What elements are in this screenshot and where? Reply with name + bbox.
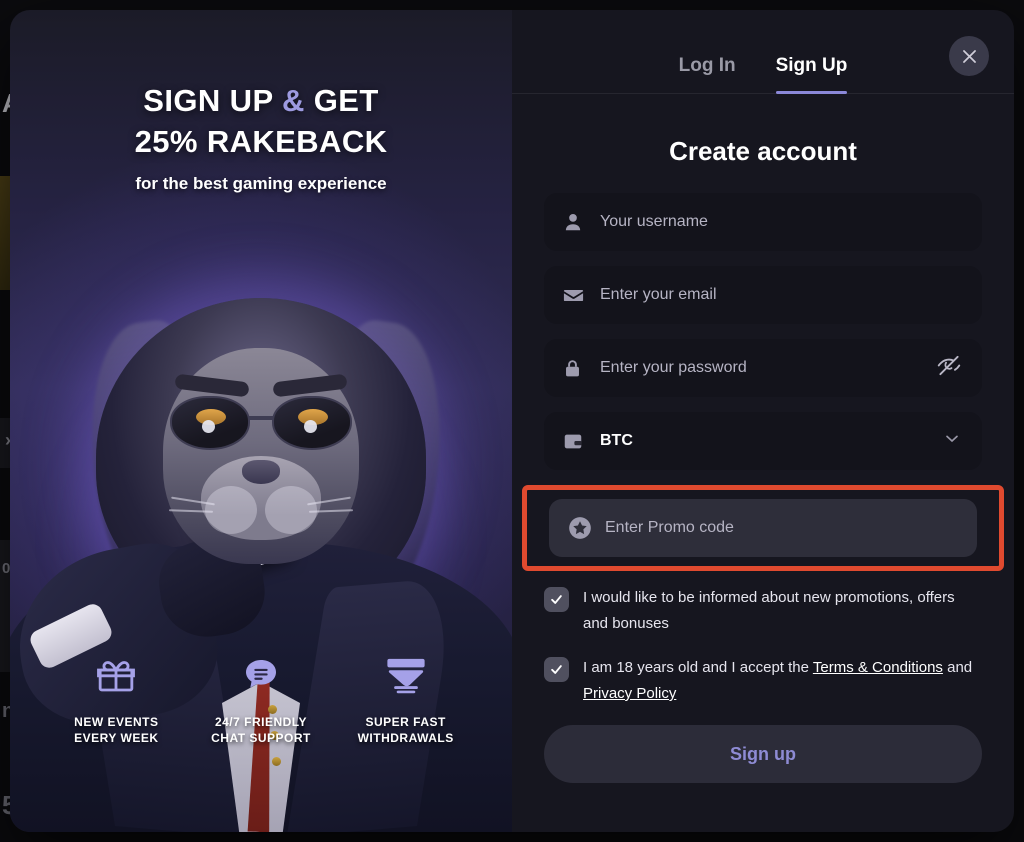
feature-new-events: NEW EVENTS EVERY WEEK [44, 652, 189, 746]
email-placeholder: Enter your email [600, 286, 717, 303]
muzzle-left [205, 486, 257, 534]
promo-heading-group: SIGN UP & GET 25% RAKEBACK for the best … [10, 10, 512, 194]
feature-label-line1: SUPER FAST [365, 715, 446, 729]
tab-sign-up[interactable]: Sign Up [775, 55, 847, 94]
username-input[interactable]: Your username [544, 193, 982, 251]
password-placeholder: Enter your password [600, 359, 747, 376]
terms-consent-label: I am 18 years old and I accept the Terms… [583, 655, 982, 707]
marketing-consent-row[interactable]: I would like to be informed about new pr… [544, 585, 982, 637]
pupil-left [202, 420, 215, 433]
terms-text-before: I am 18 years old and I accept the [583, 659, 813, 676]
promo-code-highlight-annotation: Enter Promo code [522, 485, 1004, 571]
eye-off-icon[interactable] [936, 353, 962, 384]
eyebrow-left [174, 373, 250, 398]
feature-label-line1: 24/7 FRIENDLY [214, 715, 308, 729]
gift-icon [44, 652, 189, 698]
marketing-consent-checkbox[interactable] [544, 587, 569, 612]
lock-icon [562, 358, 588, 379]
feature-label: SUPER FAST WITHDRAWALS [333, 714, 478, 746]
feature-fast-withdrawals: SUPER FAST WITHDRAWALS [333, 652, 478, 746]
promo-code-input[interactable]: Enter Promo code [549, 499, 977, 557]
signup-modal: SIGN UP & GET 25% RAKEBACK for the best … [10, 10, 1014, 832]
feature-label: NEW EVENTS EVERY WEEK [44, 714, 189, 746]
tab-log-in[interactable]: Log In [679, 55, 736, 93]
password-input[interactable]: Enter your password [544, 339, 982, 397]
envelope-icon [562, 284, 588, 307]
terms-text-middle: and [942, 659, 973, 676]
whisker [308, 509, 354, 513]
pupil-right [304, 420, 317, 433]
terms-consent-checkbox[interactable] [544, 657, 569, 682]
promo-headline-line2: 25% RAKEBACK [134, 124, 388, 159]
username-placeholder: Your username [600, 213, 708, 230]
terms-consent-row[interactable]: I am 18 years old and I accept the Terms… [544, 655, 982, 707]
chat-bubble-icon [189, 652, 334, 698]
terms-and-conditions-link[interactable]: Terms & Conditions [813, 659, 943, 676]
promo-headline-text-2: GET [304, 83, 379, 118]
feature-label-line1: NEW EVENTS [74, 715, 159, 729]
eyebrow-right [272, 373, 348, 398]
lion-nose [242, 460, 280, 484]
sunglass-bridge [248, 416, 274, 420]
promo-panel: SIGN UP & GET 25% RAKEBACK for the best … [10, 10, 512, 832]
user-icon [562, 211, 588, 233]
promo-headline-text-1: SIGN UP [143, 83, 282, 118]
promo-headline-line1: SIGN UP & GET [10, 80, 512, 121]
feature-label-line2: EVERY WEEK [74, 731, 159, 745]
check-icon [551, 665, 562, 674]
privacy-policy-link[interactable]: Privacy Policy [583, 685, 676, 702]
submit-area: Sign up [512, 725, 1014, 783]
marketing-consent-label: I would like to be informed about new pr… [583, 589, 955, 632]
feature-label-line2: CHAT SUPPORT [211, 731, 311, 745]
feature-label-line2: WITHDRAWALS [357, 731, 454, 745]
sign-up-button[interactable]: Sign up [544, 725, 982, 783]
currency-value: BTC [600, 432, 633, 449]
feature-chat-support: 24/7 FRIENDLY CHAT SUPPORT [189, 652, 334, 746]
auth-tabs: Log In Sign Up [512, 10, 1014, 94]
chevron-down-icon[interactable] [942, 429, 962, 454]
close-button[interactable] [949, 36, 989, 76]
page-title: Create account [669, 136, 857, 166]
withdrawal-atm-icon [333, 652, 478, 698]
sunglasses [170, 396, 352, 452]
whisker [168, 509, 214, 513]
promo-code-placeholder: Enter Promo code [605, 519, 734, 536]
currency-select[interactable]: BTC [544, 412, 982, 470]
promo-headline-ampersand: & [281, 83, 305, 118]
wallet-icon [562, 430, 588, 452]
check-icon [551, 595, 562, 604]
close-icon [962, 49, 976, 63]
promo-subheadline: for the best gaming experience [135, 174, 387, 193]
lion-snout [168, 456, 354, 540]
email-input[interactable]: Enter your email [544, 266, 982, 324]
features-row: NEW EVENTS EVERY WEEK 24/7 FRIENDLY CHAT… [10, 652, 512, 746]
suit-button [272, 757, 281, 766]
star-circle-icon [567, 515, 593, 541]
signup-form-panel: Log In Sign Up Create account Your usern… [512, 10, 1014, 832]
lion-face [163, 348, 359, 564]
feature-label: 24/7 FRIENDLY CHAT SUPPORT [189, 714, 334, 746]
consent-checkboxes: I would like to be informed about new pr… [512, 585, 1014, 707]
form-fields: Your username Enter your email Enter you… [512, 193, 1014, 571]
